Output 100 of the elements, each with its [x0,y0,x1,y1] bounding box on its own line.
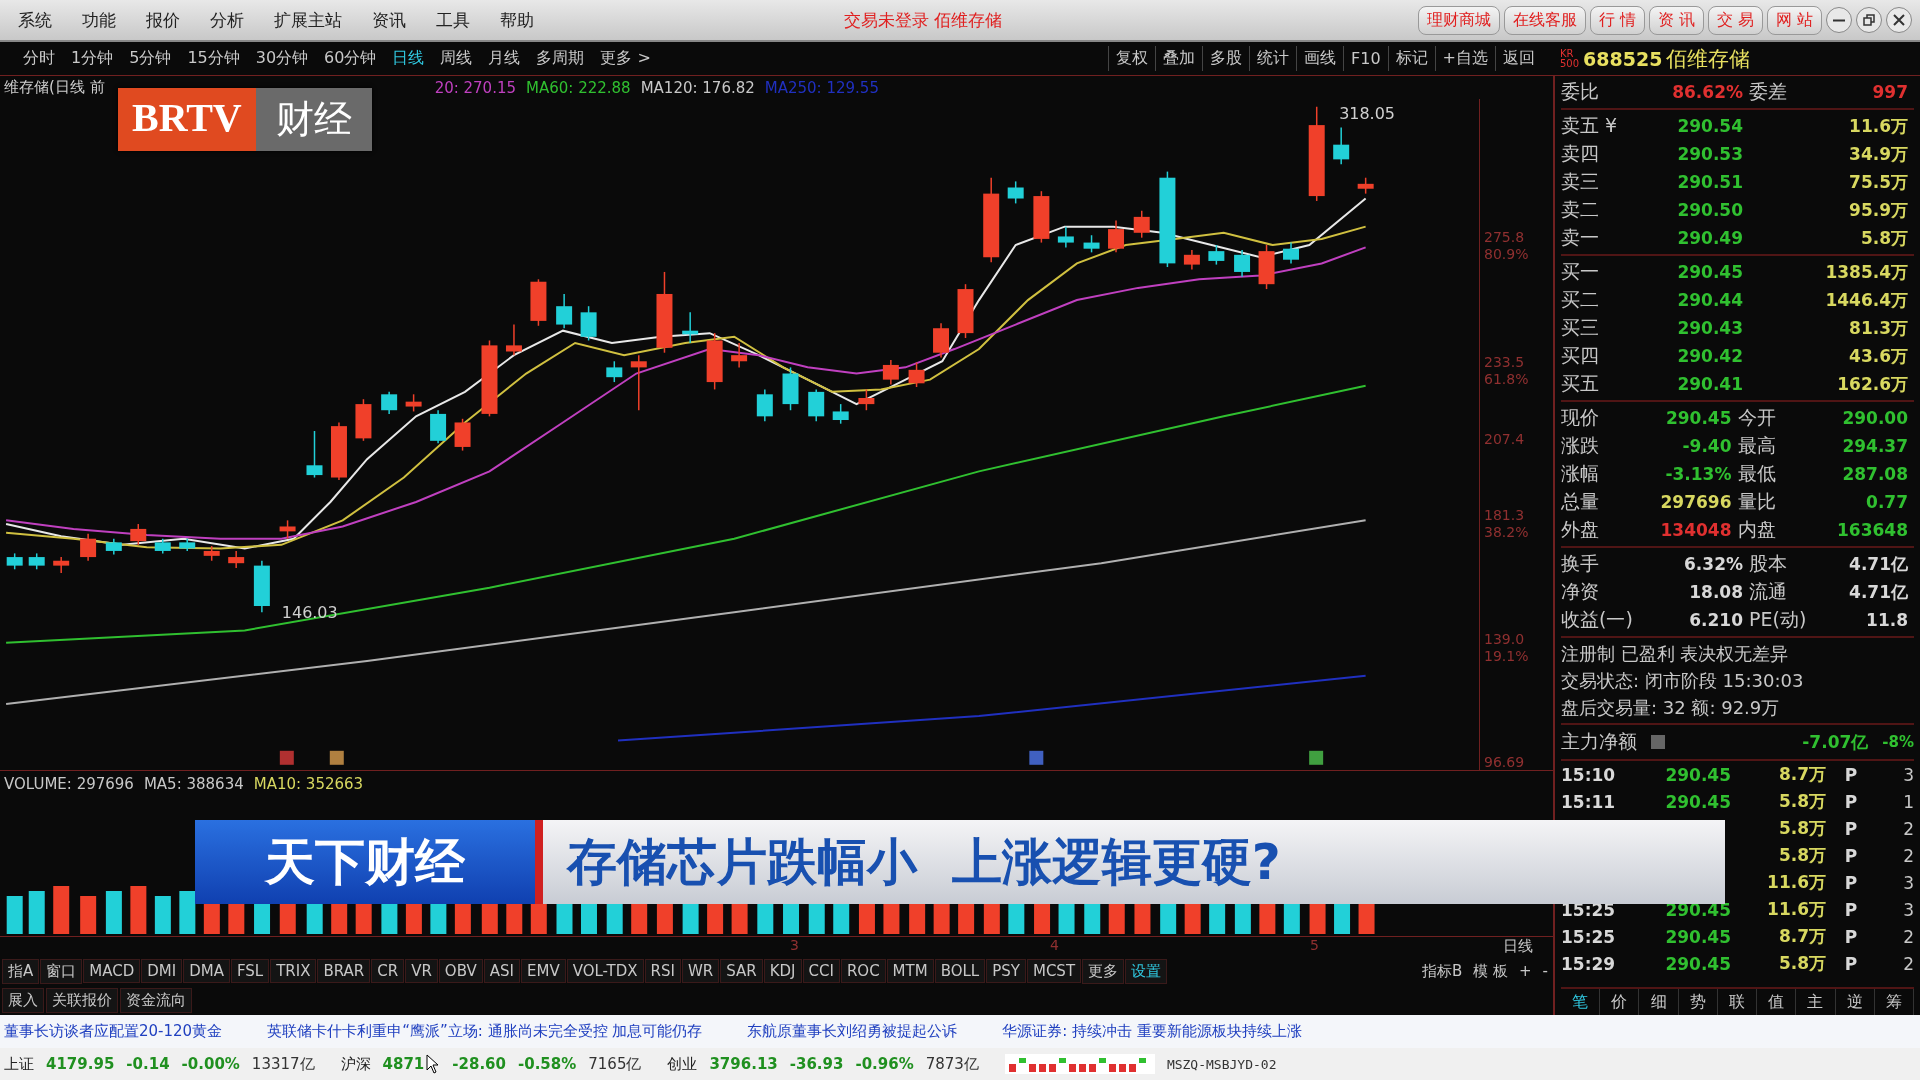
indicator-tab[interactable]: PSY [986,959,1026,984]
header-button[interactable]: 在线客服 [1503,5,1586,35]
trade-price: 290.45 [1664,764,1731,785]
period-tab[interactable]: 多周期 [529,46,592,71]
menu-item[interactable]: 系统 [18,8,52,32]
indicator-tab[interactable]: SAR [720,959,763,984]
indicator-tab[interactable]: DMA [183,959,230,984]
indicator-tab[interactable]: MACD [83,959,141,984]
sub-tab[interactable]: 展入 [2,987,44,1013]
news-link[interactable]: 华源证券: 持续冲击 重要新能源板块持续上涨 [1002,1022,1302,1041]
header-button[interactable]: 行 情 [1589,5,1645,35]
indicator-tab[interactable]: EMV [521,959,566,984]
indicator-tab[interactable]: 窗口 [40,958,83,984]
period-tab[interactable]: 日线 [385,46,432,71]
chart-tool-button[interactable]: F10 [1343,46,1388,71]
candlestick [1007,181,1024,205]
axis-percent: 19.1% [1484,648,1529,666]
menu-item[interactable]: 功能 [82,8,116,32]
header-button[interactable]: 交 易 [1707,5,1763,35]
header-button[interactable]: 理财商城 [1417,5,1500,35]
candlestick [858,389,875,412]
indicator-tab[interactable]: 更多 [1082,958,1125,984]
chart-tool-button[interactable]: 标记 [1387,46,1435,71]
index-name: 沪深 [340,1054,371,1074]
axis-label: 207.4 [1484,431,1525,449]
period-tab[interactable]: 更多 > [593,46,658,71]
period-tab[interactable]: 1分钟 [64,46,121,71]
restore-button[interactable] [1856,7,1882,33]
order-volume: 75.5万 [1848,170,1908,194]
chart-tool-button[interactable]: 返回 [1495,46,1542,71]
close-button[interactable] [1886,7,1912,33]
menu-item[interactable]: 报价 [146,8,180,32]
indicator-tab[interactable]: ASI [483,959,520,984]
chart-tool-button[interactable]: 多股 [1202,46,1250,71]
chart-tool-button[interactable]: 统计 [1249,46,1297,71]
indicator-tab[interactable]: VOL-TDX [566,959,644,984]
quote-label: 现价 [1561,405,1600,430]
trade-volume: 11.6万 [1766,871,1826,894]
order-level-label: 卖三 [1561,169,1600,194]
header-button[interactable]: 网 站 [1766,5,1822,35]
news-link[interactable]: 英联储卡什卡利重申“鹰派”立场: 通胀尚未完全受控 加息可能仍存 [267,1022,703,1041]
candlestick [279,520,296,540]
volume-legend-text: MA5: 388634 [143,774,244,793]
candlestick [1033,190,1050,244]
trade-count: 2 [1902,845,1914,866]
period-tab[interactable]: 月线 [481,46,528,71]
indicator-tab[interactable]: OBV [438,959,483,984]
indicator-tab[interactable]: BRAR [317,959,371,984]
indicator-tool-button[interactable]: + [1514,960,1537,983]
header-button[interactable]: 资 讯 [1648,5,1704,35]
quote-value: 294.37 [1841,436,1908,456]
menu-item[interactable]: 帮助 [500,8,534,32]
indicator-tab[interactable]: CR [371,959,405,984]
period-tab[interactable]: 5分钟 [122,46,179,71]
indicator-tab[interactable]: KDJ [763,959,802,984]
menu-item[interactable]: 分析 [210,8,244,32]
indicator-tab[interactable]: RSI [644,959,681,984]
menu-item[interactable]: 扩展主站 [274,8,342,32]
indicator-tab[interactable]: BOLL [934,959,986,984]
period-tab[interactable]: 15分钟 [180,46,247,71]
trade-count: 2 [1902,953,1914,974]
candlestick [530,278,547,327]
indicator-tab[interactable]: CCI [802,959,840,984]
news-link[interactable]: 东航原董事长刘绍勇被提起公诉 [747,1022,958,1041]
indicator-tool-button[interactable]: 模 板 [1468,959,1513,983]
menu-item[interactable]: 工具 [436,8,470,32]
trade-time: 15:25 [1561,926,1617,947]
chart-tool-button[interactable]: 复权 [1108,46,1156,71]
chart-tool-button[interactable]: +自选 [1434,46,1495,71]
trade-count: 2 [1902,818,1914,839]
news-link[interactable]: 董事长访谈者应配置20-120黄金 [4,1022,223,1041]
period-tab[interactable]: 60分钟 [317,46,384,71]
indicator-tab[interactable]: 设置 [1125,958,1168,984]
period-tab[interactable]: 分时 [16,46,62,71]
sub-tab[interactable]: 资金流向 [120,987,192,1013]
indicator-tool-button[interactable]: - [1537,960,1553,983]
indicator-tab[interactable]: WR [681,959,720,984]
indicator-tab[interactable]: FSL [230,959,270,984]
period-tab[interactable]: 周线 [433,46,480,71]
candlestick [556,293,573,330]
period-tab[interactable]: 30分钟 [248,46,316,71]
chart-tool-button[interactable]: 叠加 [1155,46,1203,71]
date-axis-label: 5 [1310,936,1319,953]
quote-label: 收益(一) [1561,607,1634,632]
trade-type-text: P [1843,899,1859,920]
sub-tab[interactable]: 关联报价 [46,987,118,1013]
indicator-tab[interactable]: 指A [2,958,40,984]
menu-item[interactable]: 资讯 [372,8,406,32]
minimize-button[interactable] [1826,7,1852,33]
indicator-tab[interactable]: TRIX [270,959,317,984]
indicator-tab[interactable]: MTM [886,959,934,984]
indicator-tab[interactable]: DMI [141,959,183,984]
event-marker-icon [1309,751,1324,766]
indicator-tool-button[interactable]: 指标B [1416,959,1468,983]
chart-tool-button[interactable]: 画线 [1296,46,1344,71]
order-price: 290.43 [1676,318,1743,338]
info-line: 注册制 已盈利 表决权无差异 [1561,642,1790,666]
indicator-tab[interactable]: ROC [840,959,886,984]
indicator-tab[interactable]: MCST [1026,959,1082,984]
indicator-tab[interactable]: VR [405,959,438,984]
